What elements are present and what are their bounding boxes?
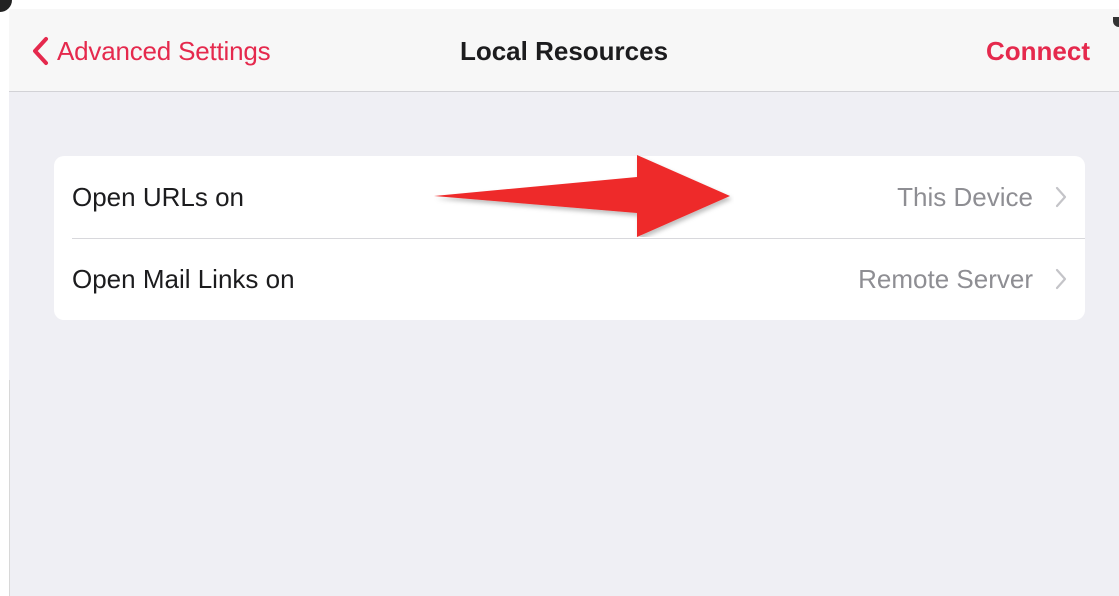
- navigation-bar: Advanced Settings Local Resources Connec…: [9, 9, 1119, 92]
- device-edge: [0, 380, 10, 596]
- back-button[interactable]: Advanced Settings: [31, 33, 271, 69]
- app-screen: Advanced Settings Local Resources Connec…: [9, 9, 1119, 596]
- open-mail-links-value: Remote Server: [858, 263, 1033, 294]
- open-mail-links-label: Open Mail Links on: [72, 263, 295, 294]
- open-urls-value: This Device: [897, 181, 1033, 212]
- open-urls-row[interactable]: Open URLs on This Device: [54, 156, 1085, 238]
- open-urls-label: Open URLs on: [72, 181, 244, 212]
- settings-group: Open URLs on This Device Open Mail Links…: [54, 156, 1085, 320]
- open-mail-links-row[interactable]: Open Mail Links on Remote Server: [54, 238, 1085, 320]
- page-title: Local Resources: [459, 36, 669, 66]
- back-button-label: Advanced Settings: [57, 35, 271, 66]
- chevron-left-icon: [31, 36, 49, 66]
- chevron-right-icon: [1055, 186, 1067, 213]
- chevron-right-icon: [1055, 268, 1067, 295]
- connect-button[interactable]: Connect: [986, 33, 1090, 69]
- screenshot-frame: Advanced Settings Local Resources Connec…: [0, 0, 1119, 596]
